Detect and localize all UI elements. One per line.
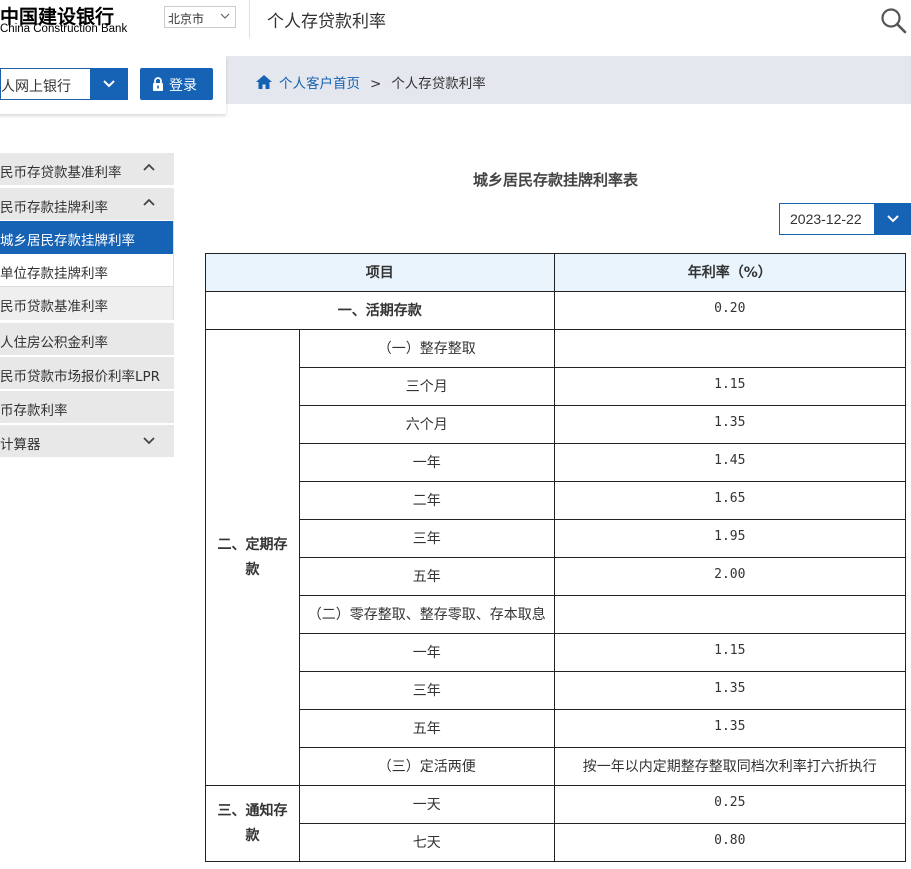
row-label: 一天 — [298, 785, 555, 824]
breadcrumb-separator: > — [370, 76, 382, 92]
sidebar-item-foreign-deposit-rate[interactable]: 币存款利率 — [0, 391, 174, 423]
group-label-text: 二、定期存款 — [217, 536, 288, 578]
row-label: 三年 — [298, 519, 555, 558]
group-label-notice-deposit: 三、通知存款 — [205, 785, 300, 862]
date-select[interactable]: 2023-12-22 — [779, 203, 911, 235]
sidebar-item-label: 民币存贷款基准利率 — [0, 165, 122, 181]
header-divider — [249, 0, 250, 38]
table-row: （二）零存整取、整存零取、存本取息 — [206, 595, 907, 634]
row-label: 六个月 — [298, 405, 555, 444]
city-select[interactable]: 北京市 — [164, 6, 236, 28]
breadcrumb-current: 个人存贷款利率 — [391, 76, 486, 92]
sidebar-item-calculator[interactable]: 计算器 — [0, 425, 174, 457]
table-row: （三）定活两便 按一年以内定期整存整取同档次利率打六折执行 — [206, 747, 907, 786]
chevron-up-icon — [143, 198, 155, 206]
sidebar-item-rmb-deposit-loan-base-rate[interactable]: 民币存贷款基准利率 — [0, 153, 174, 185]
sidebar-item-lpr[interactable]: 民币贷款市场报价利率LPR — [0, 357, 174, 389]
table-row: 五年 2.00 — [206, 557, 907, 596]
row-label: （二）零存整取、整存零取、存本取息 — [298, 595, 555, 634]
row-rate: 1.35 — [553, 709, 907, 748]
sidebar-item-label: 单位存款挂牌利率 — [0, 266, 108, 282]
deposit-rate-table: 项目 年利率（%） 一、活期存款 0.20 二、定期存款 （一）整存整取 三个月… — [205, 253, 907, 862]
group-label-fixed-deposit: 二、定期存款 — [205, 329, 300, 786]
table-row: 五年 1.35 — [206, 709, 907, 748]
chevron-down-icon — [143, 437, 155, 445]
row-label: 三年 — [298, 671, 555, 710]
column-header-rate: 年利率（%） — [553, 253, 907, 292]
row-rate — [553, 329, 907, 368]
row-label: 七天 — [298, 823, 555, 862]
home-icon[interactable] — [255, 74, 273, 90]
chevron-up-icon — [143, 163, 155, 171]
logo-english-name: China Construction Bank — [0, 23, 128, 35]
row-rate: 1.45 — [553, 443, 907, 482]
sidebar-item-label: 人住房公积金利率 — [0, 335, 108, 351]
table-row: 三年 1.95 — [206, 519, 907, 558]
chevron-down-icon — [887, 215, 899, 223]
row-rate: 0.20 — [553, 291, 907, 330]
date-dropdown-button[interactable] — [874, 203, 911, 235]
breadcrumb: 个人客户首页 > 个人存贷款利率 — [255, 72, 486, 92]
sidebar-item-label: 计算器 — [0, 437, 41, 453]
row-rate: 1.35 — [553, 671, 907, 710]
sidebar-subitem-urban-rural-deposit-rate[interactable]: 城乡居民存款挂牌利率 — [0, 221, 174, 254]
table-row: 七天 0.80 — [206, 823, 907, 862]
search-icon[interactable] — [879, 6, 907, 34]
table-row: 一、活期存款 0.20 — [205, 291, 907, 330]
row-label: 五年 — [298, 709, 555, 748]
online-banking-select[interactable]: 人网上银行 — [0, 68, 128, 100]
row-rate: 1.95 — [553, 519, 907, 558]
page-title: 个人存贷款利率 — [267, 12, 386, 32]
row-rate: 2.00 — [553, 557, 907, 596]
sidebar-item-label: 币存款利率 — [0, 403, 68, 419]
table-row: 二年 1.65 — [206, 481, 907, 520]
row-rate: 0.25 — [553, 785, 907, 824]
table-header-row: 项目 年利率（%） — [205, 253, 907, 292]
row-label: （三）定活两便 — [298, 747, 555, 786]
login-button-label: 登录 — [169, 78, 197, 94]
sidebar-item-rmb-loan-base-rate[interactable]: 民币贷款基准利率 — [0, 287, 174, 320]
row-label: 二年 — [298, 481, 555, 520]
row-rate — [553, 595, 907, 634]
table-row: 二、定期存款 （一）整存整取 — [205, 329, 907, 786]
table-row: 一年 1.45 — [206, 443, 907, 482]
top-header: 中国建设银行 China Construction Bank 北京市 个人存贷款… — [0, 0, 911, 38]
chevron-down-icon — [220, 13, 230, 19]
sidebar-subitem-corporate-deposit-rate[interactable]: 单位存款挂牌利率 — [0, 254, 174, 287]
online-banking-dropdown-button[interactable] — [90, 68, 128, 100]
table-row: 三年 1.35 — [206, 671, 907, 710]
sidebar-item-label: 城乡居民存款挂牌利率 — [0, 233, 135, 249]
group-label-text: 三、通知存款 — [217, 802, 288, 844]
sidebar-item-label: 民币贷款基准利率 — [0, 299, 108, 315]
column-header-item: 项目 — [205, 253, 555, 292]
table-title: 城乡居民存款挂牌利率表 — [472, 171, 638, 189]
row-label: 五年 — [298, 557, 555, 596]
row-rate: 按一年以内定期整存整取同档次利率打六折执行 — [553, 747, 907, 786]
sidebar-item-housing-fund-rate[interactable]: 人住房公积金利率 — [0, 323, 174, 355]
chevron-down-icon — [103, 80, 115, 88]
sidebar-item-label: 民币存款挂牌利率 — [0, 200, 108, 216]
table-row: 一年 1.15 — [206, 633, 907, 672]
online-banking-select-value: 人网上银行 — [1, 79, 71, 95]
sidebar-item-rmb-deposit-listed-rate[interactable]: 民币存款挂牌利率 — [0, 188, 174, 220]
city-select-value: 北京市 — [168, 12, 205, 26]
lock-icon — [153, 77, 163, 91]
row-label: （一）整存整取 — [298, 329, 555, 368]
login-button[interactable]: 登录 — [140, 68, 213, 100]
row-label: 三个月 — [298, 367, 555, 406]
sidebar-item-label: 民币贷款市场报价利率LPR — [0, 369, 161, 385]
table-row: 三个月 1.15 — [206, 367, 907, 406]
row-label: 一年 — [298, 443, 555, 482]
row-label: 一年 — [298, 633, 555, 672]
row-rate: 1.65 — [553, 481, 907, 520]
row-rate: 1.35 — [553, 405, 907, 444]
table-row: 三、通知存款 一天 0.25 — [205, 785, 907, 862]
row-rate: 1.15 — [553, 367, 907, 406]
row-label: 一、活期存款 — [205, 291, 555, 330]
date-select-value: 2023-12-22 — [790, 211, 862, 227]
breadcrumb-home-link[interactable]: 个人客户首页 — [279, 76, 360, 92]
table-row: 六个月 1.35 — [206, 405, 907, 444]
row-rate: 0.80 — [553, 823, 907, 862]
row-rate: 1.15 — [553, 633, 907, 672]
